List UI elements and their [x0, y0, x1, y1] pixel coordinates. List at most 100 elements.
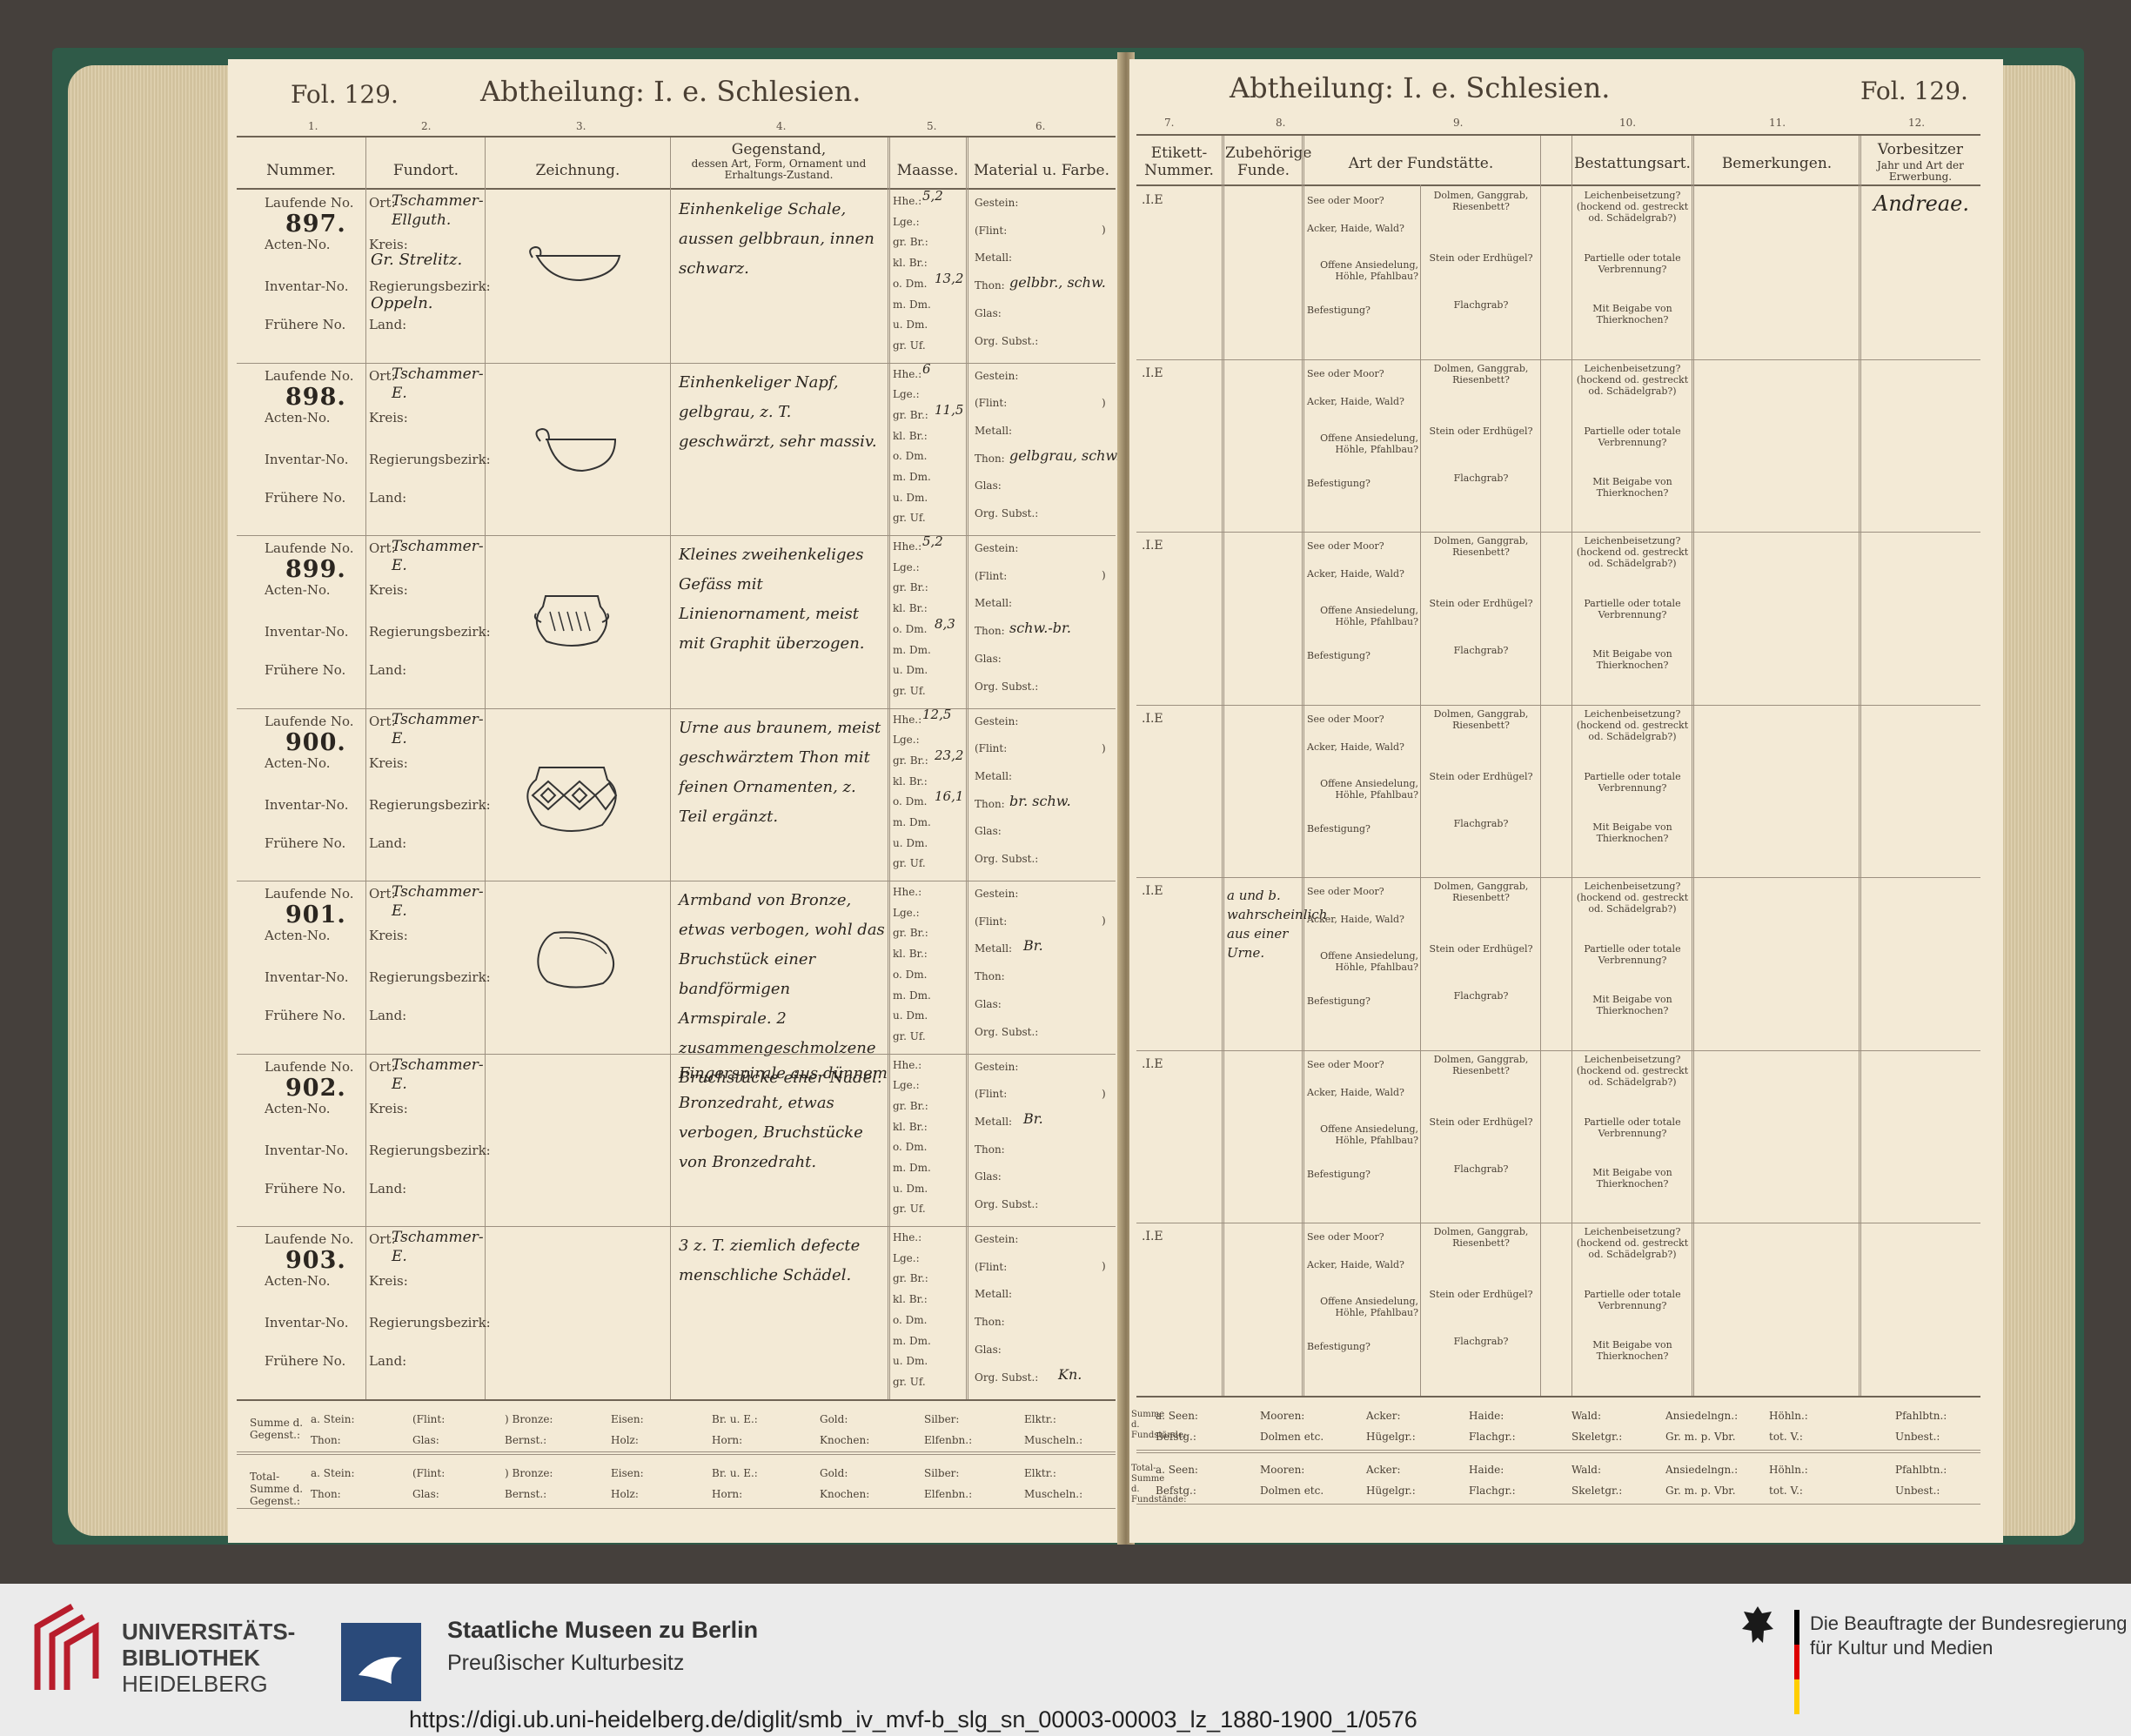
colnum: 9. — [1453, 117, 1464, 129]
summe-label-right: Summe d. Fundstände: — [1131, 1410, 1187, 1440]
sum-label: Elktr.: — [1024, 1413, 1056, 1425]
fundort-ort: Tschammer-E. — [392, 538, 484, 574]
permalink-url[interactable]: https://digi.ub.uni-heidelberg.de/diglit… — [409, 1706, 1417, 1733]
label-land: Land: — [369, 662, 407, 678]
material-value: schw.-br. — [1009, 620, 1071, 637]
object-description: Kleines zweihenkeliges Gefäss mit Linien… — [679, 546, 865, 653]
maasse-label: gr. Uf. — [893, 1375, 926, 1388]
sum-label: tot. V.: — [1769, 1431, 1803, 1443]
sum-label: Elfenbn.: — [924, 1434, 973, 1446]
fundstaette-question: Dolmen, Ganggrab, Riesenbett? — [1433, 707, 1529, 731]
material-label: (Flint: — [975, 569, 1008, 582]
total-label: Glas: — [412, 1488, 439, 1500]
maasse-label: gr. Uf. — [893, 684, 926, 697]
row-divider — [1136, 704, 1980, 706]
material-label: Thon: — [975, 1316, 1005, 1329]
colnum: 1. — [308, 120, 318, 132]
label-acten: Acten-No. — [265, 1100, 331, 1116]
maasse-label: kl. Br.: — [893, 602, 928, 615]
bestattung-question: Mit Beigabe von Thierknochen? — [1592, 648, 1672, 671]
maasse-label: u. Dm. — [893, 1355, 928, 1368]
flint-bracket: ) — [1102, 569, 1106, 581]
entry-number: 899. — [285, 556, 346, 583]
bestattung-question: Partielle oder totale Verbrennung? — [1584, 425, 1681, 448]
label-regbez: Regierungsbezirk: — [369, 1142, 491, 1158]
ub-line3: HEIDELBERG — [122, 1671, 268, 1697]
total-label: Muscheln.: — [1024, 1488, 1083, 1500]
sum-label: Haide: — [1469, 1410, 1504, 1422]
entry-number: 901. — [285, 902, 346, 928]
maasse-label: gr. Uf. — [893, 1203, 926, 1216]
ledger-row: .I.E See oder Moor? Acker, Haide, Wald? Off… — [1129, 1049, 2003, 1223]
bestattung-question: Leichenbeisetzung? (hockend od. gestreck… — [1576, 190, 1689, 224]
label-inventar: Inventar-No. — [265, 796, 349, 813]
ledger-row: .I.E See oder Moor? Acker, Haide, Wald? Off… — [1129, 186, 2003, 359]
etikett-mark: .I.E — [1142, 365, 1163, 380]
maasse-label: m. Dm. — [893, 298, 931, 311]
label-land: Land: — [369, 317, 407, 332]
federal-eagle-icon — [1742, 1606, 1773, 1643]
sum-label: Glas: — [412, 1434, 439, 1446]
etikett-mark: .I.E — [1142, 711, 1163, 726]
maasse-label: Hhe.: — [893, 367, 922, 380]
fundstaette-question: Flachgrab? — [1453, 817, 1509, 829]
fundort-ort: Tschammer-E. — [392, 883, 484, 920]
object-drawing — [519, 242, 633, 298]
ub-heidelberg-wordmark: UNIVERSITÄTS- BIBLIOTHEK HEIDELBERG — [122, 1619, 295, 1697]
total-label: Horn: — [712, 1488, 743, 1500]
sum-label: Unbest.: — [1895, 1431, 1940, 1443]
fundstaette-question: Stein oder Erdhügel? — [1429, 1289, 1533, 1300]
label-inventar: Inventar-No. — [265, 451, 349, 467]
material-label: Glas: — [975, 479, 1002, 493]
material-label: Metall: — [975, 424, 1013, 437]
fundort-ort: Tschammer-E. — [392, 710, 484, 747]
sum-label: Dolmen etc. — [1260, 1431, 1324, 1443]
colnum: 3. — [576, 120, 586, 132]
material-label: Glas: — [975, 825, 1002, 838]
sum-label: Horn: — [712, 1434, 743, 1446]
left-page: Fol. 129. Abtheilung: I. e. Schlesien. 1… — [228, 59, 1122, 1543]
material-value: Br. — [1023, 1109, 1043, 1127]
maasse-label: gr. Br.: — [893, 1099, 928, 1112]
total-label: Pfahlbtn.: — [1895, 1464, 1947, 1476]
fundstaette-question: Acker, Haide, Wald? — [1307, 1086, 1404, 1098]
flint-bracket: ) — [1102, 915, 1106, 927]
material-label: Metall: — [975, 251, 1013, 265]
material-label: Metall: — [975, 1288, 1013, 1301]
material-label: (Flint: — [975, 1260, 1008, 1273]
material-label: Glas: — [975, 652, 1002, 665]
fundstaette-question: Befestigung? — [1307, 305, 1370, 316]
total-label: Eisen: — [611, 1467, 644, 1479]
fundstaette-question: Stein oder Erdhügel? — [1429, 598, 1533, 609]
fundstaette-question: Acker, Haide, Wald? — [1307, 223, 1404, 234]
fundstaette-question: See oder Moor? — [1307, 367, 1384, 379]
section-title-right: Abtheilung: I. e. Schlesien. — [1230, 71, 1611, 104]
sum-label: Ansiedelngn.: — [1665, 1410, 1739, 1422]
fundort-ort: Tschammer-E. — [392, 1056, 484, 1093]
maasse-label: o. Dm. — [893, 1141, 928, 1154]
sum-label: Höhln.: — [1769, 1410, 1808, 1422]
etikett-mark: .I.E — [1142, 884, 1163, 898]
smb-wordmark: Staatliche Museen zu Berlin Preußischer … — [447, 1617, 758, 1676]
fundort-regbez: Oppeln. — [371, 294, 433, 312]
label-inventar: Inventar-No. — [265, 1315, 349, 1330]
header-fundort: Fundort. — [392, 162, 459, 179]
object-description: Fingerspirale aus dünnem Bronzedraht, et… — [679, 1063, 888, 1171]
entry-number: 903. — [285, 1247, 346, 1274]
bestattung-question: Partielle oder totale Verbrennung? — [1584, 252, 1681, 275]
fundstaette-question: Stein oder Erdhügel? — [1429, 1116, 1533, 1128]
material-label: Org. Subst.: — [975, 1025, 1039, 1038]
footer-bar: UNIVERSITÄTS- BIBLIOTHEK HEIDELBERG Staa… — [0, 1584, 2131, 1736]
maasse-value: 5,2 — [922, 188, 943, 204]
fundstaette-question: Acker, Haide, Wald? — [1307, 1259, 1404, 1270]
sum-label: Gold: — [820, 1413, 848, 1425]
page-edges-left — [68, 65, 242, 1536]
maasse-label: m. Dm. — [893, 471, 931, 483]
bestattung-question: Partielle oder totale Verbrennung? — [1584, 770, 1681, 794]
header-bestattung: Bestattungsart. — [1574, 155, 1691, 172]
bestattung-question: Mit Beigabe von Thierknochen? — [1592, 475, 1672, 499]
header-vorbesitzer: Vorbesitzer — [1877, 141, 1964, 158]
maasse-label: u. Dm. — [893, 318, 928, 332]
label-inventar: Inventar-No. — [265, 278, 349, 294]
section-title-left: Abtheilung: I. e. Schlesien. — [480, 75, 861, 108]
